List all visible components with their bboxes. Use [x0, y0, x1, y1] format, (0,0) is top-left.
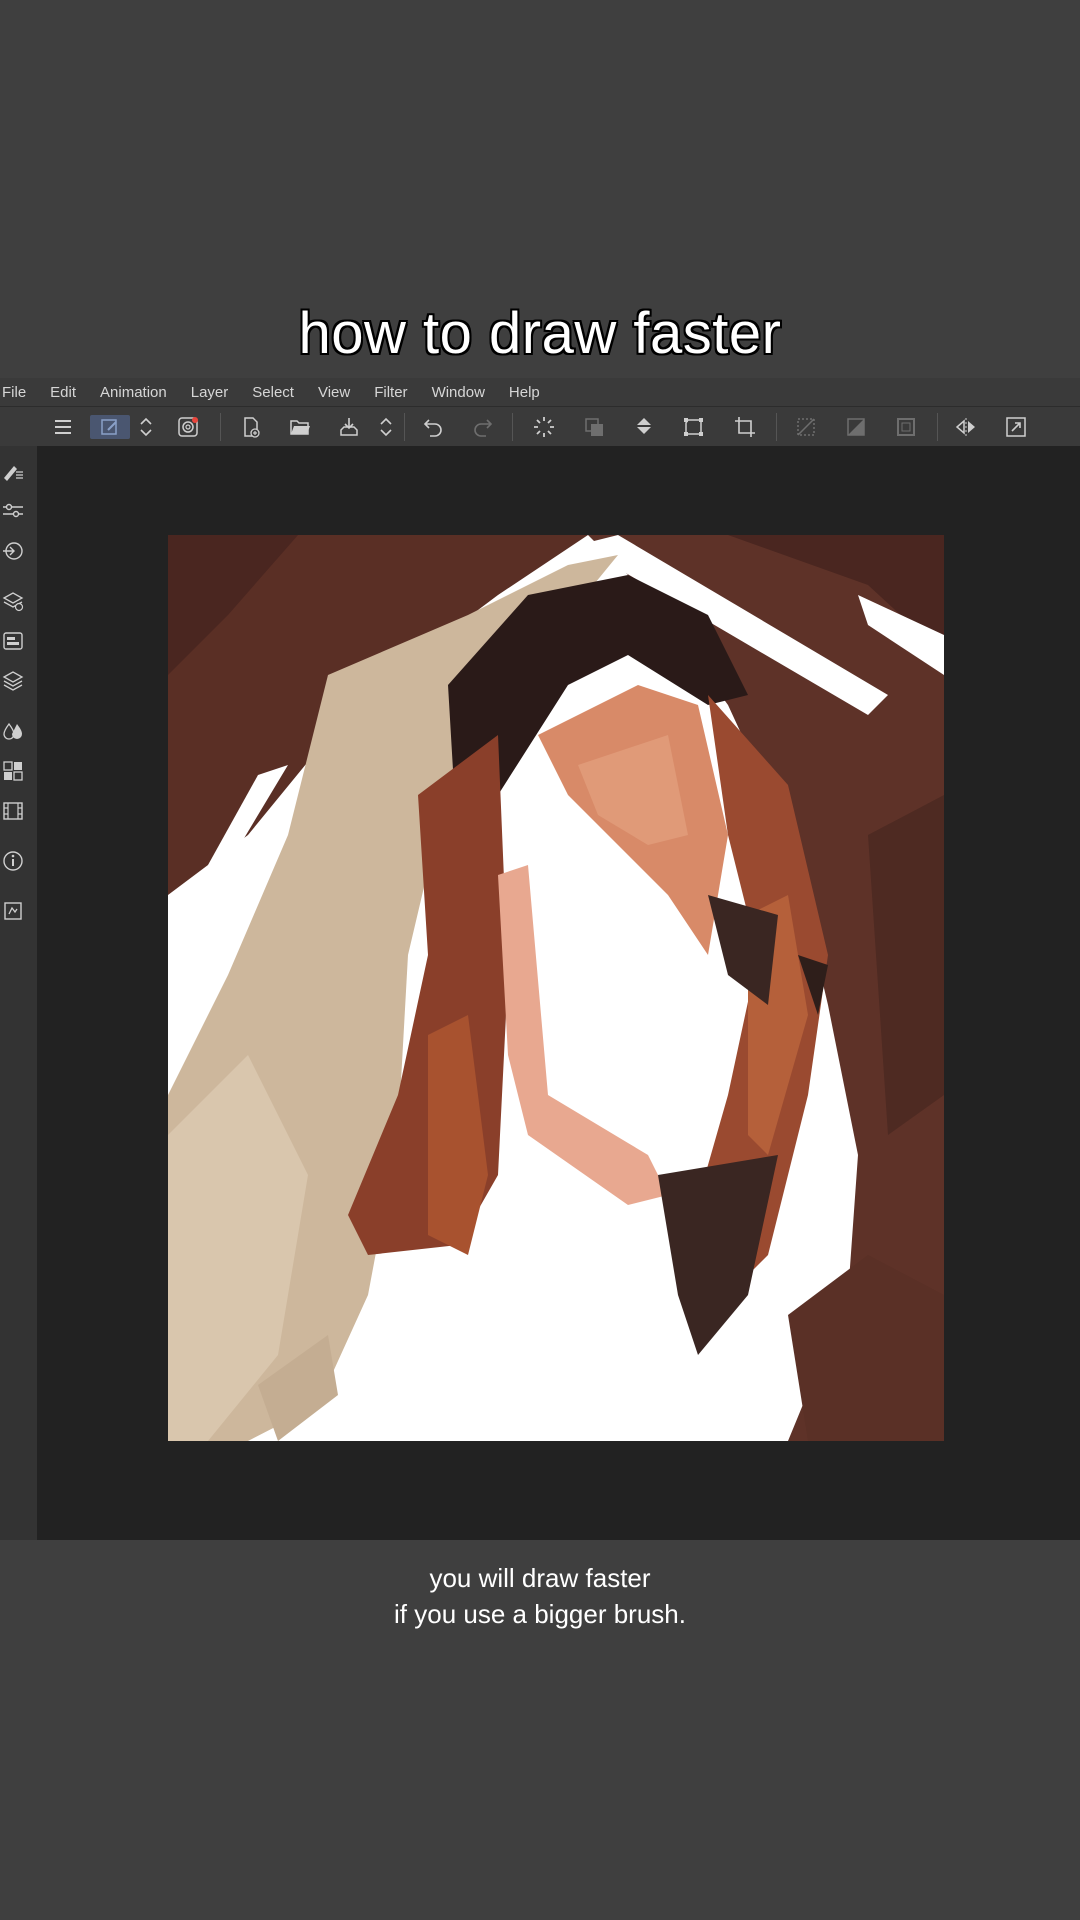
subtitle-line-2: if you use a bigger brush.: [394, 1599, 686, 1629]
loading-icon[interactable]: [531, 415, 557, 439]
sliders-icon[interactable]: [0, 498, 26, 524]
menu-window[interactable]: Window: [432, 384, 485, 401]
brush-tool-icon[interactable]: [0, 458, 26, 484]
menu-animation[interactable]: Animation: [100, 384, 167, 401]
spiral-icon[interactable]: [175, 415, 201, 439]
menu-layer[interactable]: Layer: [191, 384, 229, 401]
transform-icon[interactable]: [681, 415, 707, 439]
layer-property-icon[interactable]: [0, 588, 26, 614]
command-bar: [0, 406, 1080, 448]
material-icon[interactable]: [0, 758, 26, 784]
timeline-icon[interactable]: [0, 798, 26, 824]
fullscreen-icon[interactable]: [1003, 415, 1029, 439]
crop-icon[interactable]: [732, 415, 758, 439]
clear-icon[interactable]: [581, 415, 607, 439]
menu-view[interactable]: View: [318, 384, 350, 401]
menu-help[interactable]: Help: [509, 384, 540, 401]
info-icon[interactable]: [0, 848, 26, 874]
navigator-icon[interactable]: [0, 628, 26, 654]
drawing-canvas[interactable]: [168, 535, 944, 1441]
menu-edit[interactable]: Edit: [50, 384, 76, 401]
layers-icon[interactable]: [0, 668, 26, 694]
palette-sidebar: [0, 446, 37, 1540]
video-subtitle: you will draw faster if you use a bigger…: [0, 1560, 1080, 1632]
video-title-caption: how to draw faster: [298, 301, 782, 366]
menu-select[interactable]: Select: [252, 384, 294, 401]
invert-icon[interactable]: [843, 415, 869, 439]
pen-tool-icon[interactable]: [90, 415, 130, 439]
painting-artwork: [168, 535, 944, 1441]
fill-icon[interactable]: [631, 415, 657, 439]
stepper-icon[interactable]: [138, 415, 154, 439]
redo-icon[interactable]: [470, 415, 496, 439]
menu-icon[interactable]: [50, 415, 76, 439]
save-icon[interactable]: [336, 415, 362, 439]
selection-border-icon[interactable]: [893, 415, 919, 439]
color-icon[interactable]: [0, 718, 26, 744]
menu-file[interactable]: File: [2, 384, 26, 401]
flip-icon[interactable]: [953, 415, 979, 439]
subtitle-line-1: you will draw faster: [429, 1563, 651, 1593]
open-folder-icon[interactable]: [287, 415, 313, 439]
undo-icon[interactable]: [420, 415, 446, 439]
stepper-icon-2[interactable]: [378, 415, 394, 439]
sub-tool-icon[interactable]: [0, 538, 26, 564]
menu-filter[interactable]: Filter: [374, 384, 407, 401]
new-canvas-icon[interactable]: [238, 415, 264, 439]
history-icon[interactable]: [0, 898, 26, 924]
deselect-icon[interactable]: [793, 415, 819, 439]
menu-bar: File Edit Animation Layer Select View Fi…: [0, 378, 1080, 406]
